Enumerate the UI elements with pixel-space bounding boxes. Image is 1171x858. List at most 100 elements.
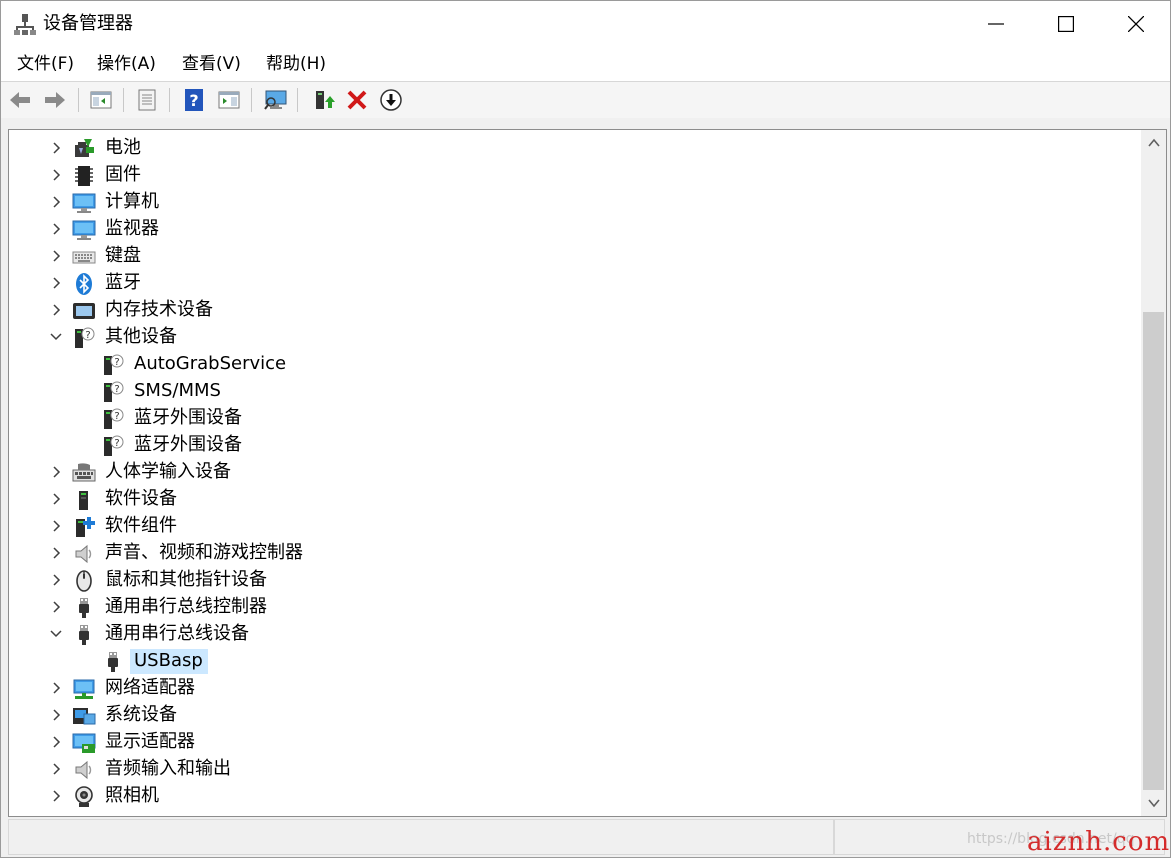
menu-help[interactable]: 帮助(H) bbox=[266, 52, 326, 76]
mouse-icon bbox=[76, 570, 92, 592]
tree-category-item[interactable]: 网络适配器 bbox=[9, 675, 1129, 702]
chevron-right-icon[interactable] bbox=[49, 492, 63, 506]
scan-hardware-button[interactable] bbox=[261, 86, 289, 114]
chevron-right-icon[interactable] bbox=[49, 762, 63, 776]
status-cell bbox=[8, 819, 834, 855]
back-button[interactable] bbox=[6, 86, 34, 114]
tree-category-item[interactable]: ? 其他设备 bbox=[9, 324, 1129, 351]
chevron-right-icon[interactable] bbox=[49, 681, 63, 695]
vertical-scrollbar[interactable] bbox=[1141, 130, 1166, 816]
tree-device-item[interactable]: ? 蓝牙外围设备 bbox=[9, 405, 1129, 432]
chevron-right-icon[interactable] bbox=[49, 141, 63, 155]
watermark-brand: aiznh.com bbox=[1027, 827, 1171, 857]
disable-device-button[interactable] bbox=[377, 86, 405, 114]
tree-category-item[interactable]: 系统设备 bbox=[9, 702, 1129, 729]
monitor-icon bbox=[72, 220, 96, 240]
forward-button[interactable] bbox=[41, 86, 69, 114]
chevron-right-icon[interactable] bbox=[49, 546, 63, 560]
svg-text:?: ? bbox=[114, 438, 119, 449]
tree-item-label: 通用串行总线设备 bbox=[105, 623, 249, 644]
software-component-icon bbox=[76, 517, 95, 537]
menu-view[interactable]: 查看(V) bbox=[182, 52, 241, 76]
tree-device-item[interactable]: USBasp bbox=[9, 648, 1129, 675]
tree-category-item[interactable]: 音频输入和输出 bbox=[9, 756, 1129, 783]
memory-device-icon bbox=[73, 303, 95, 319]
chevron-right-icon[interactable] bbox=[49, 708, 63, 722]
show-hide-console-tree-button[interactable] bbox=[87, 86, 115, 114]
svg-text:?: ? bbox=[85, 330, 90, 341]
tree-category-item[interactable]: 键盘 bbox=[9, 243, 1129, 270]
tree-category-item[interactable]: 通用串行总线控制器 bbox=[9, 594, 1129, 621]
hid-icon bbox=[72, 463, 96, 482]
tree-device-item[interactable]: ? 蓝牙外围设备 bbox=[9, 432, 1129, 459]
chevron-down-icon[interactable] bbox=[49, 627, 63, 641]
toolbar-separator bbox=[78, 88, 79, 112]
scroll-up-button[interactable] bbox=[1141, 132, 1166, 154]
device-tree[interactable]: 电池 固件 计算机 监视器 键盘蓝牙 内存技术设备 ? 其他设备? AutoGrabServic… bbox=[8, 129, 1167, 817]
action-pane-button[interactable] bbox=[215, 86, 243, 114]
properties-button[interactable] bbox=[133, 86, 161, 114]
uninstall-device-button[interactable] bbox=[343, 86, 371, 114]
properties-icon bbox=[138, 89, 156, 111]
close-button[interactable] bbox=[1101, 1, 1170, 47]
tree-category-item[interactable]: 固件 bbox=[9, 162, 1129, 189]
tree-category-item[interactable]: 软件组件 bbox=[9, 513, 1129, 540]
chevron-right-icon[interactable] bbox=[49, 573, 63, 587]
scroll-thumb[interactable] bbox=[1143, 312, 1164, 790]
tree-item-label: 内存技术设备 bbox=[105, 299, 213, 320]
tree-category-item[interactable]: 照相机 bbox=[9, 783, 1129, 810]
tree-category-item[interactable]: 电池 bbox=[9, 135, 1129, 162]
update-driver-button[interactable] bbox=[309, 86, 337, 114]
tree-device-item[interactable]: ? SMS/MMS bbox=[9, 378, 1129, 405]
chevron-right-icon[interactable] bbox=[49, 465, 63, 479]
chevron-right-icon[interactable] bbox=[49, 195, 63, 209]
window-title: 设备管理器 bbox=[43, 13, 133, 34]
chevron-right-icon[interactable] bbox=[49, 222, 63, 236]
usb-icon bbox=[79, 598, 89, 618]
help-button[interactable]: ? bbox=[180, 86, 208, 114]
unknown-device-icon: ? bbox=[104, 435, 124, 456]
display-adapter-icon bbox=[72, 733, 96, 753]
tree-category-item[interactable]: 蓝牙 bbox=[9, 270, 1129, 297]
scroll-down-button[interactable] bbox=[1141, 792, 1166, 814]
minimize-button[interactable] bbox=[961, 1, 1031, 47]
device-manager-icon bbox=[14, 14, 36, 35]
maximize-button[interactable] bbox=[1031, 1, 1101, 47]
tree-device-item[interactable]: ? AutoGrabService bbox=[9, 351, 1129, 378]
chevron-right-icon[interactable] bbox=[49, 303, 63, 317]
tree-category-item[interactable]: 通用串行总线设备 bbox=[9, 621, 1129, 648]
tree-category-item[interactable]: 人体学输入设备 bbox=[9, 459, 1129, 486]
menu-action[interactable]: 操作(A) bbox=[97, 52, 156, 76]
bluetooth-icon bbox=[76, 273, 92, 295]
toolbar-separator bbox=[251, 88, 252, 112]
tree-category-item[interactable]: 声音、视频和游戏控制器 bbox=[9, 540, 1129, 567]
show-hide-console-tree-icon bbox=[90, 91, 112, 109]
chevron-right-icon[interactable] bbox=[49, 249, 63, 263]
tree-item-label: USBasp bbox=[130, 649, 208, 674]
tree-item-label: AutoGrabService bbox=[134, 353, 287, 374]
chevron-right-icon[interactable] bbox=[49, 168, 63, 182]
tree-item-label: 键盘 bbox=[105, 245, 141, 266]
svg-text:?: ? bbox=[189, 91, 198, 110]
network-adapter-icon bbox=[73, 679, 95, 699]
tree-category-item[interactable]: 鼠标和其他指针设备 bbox=[9, 567, 1129, 594]
chevron-right-icon[interactable] bbox=[49, 735, 63, 749]
svg-text:?: ? bbox=[114, 357, 119, 368]
audio-io-icon bbox=[75, 760, 92, 780]
chevron-right-icon[interactable] bbox=[49, 600, 63, 614]
tree-category-item[interactable]: 计算机 bbox=[9, 189, 1129, 216]
tree-item-label: 声音、视频和游戏控制器 bbox=[105, 542, 303, 563]
menu-file[interactable]: 文件(F) bbox=[17, 52, 74, 76]
chevron-right-icon[interactable] bbox=[49, 276, 63, 290]
maximize-icon bbox=[1058, 16, 1074, 32]
tree-category-item[interactable]: 监视器 bbox=[9, 216, 1129, 243]
chevron-down-icon[interactable] bbox=[49, 330, 63, 344]
toolbar-separator bbox=[169, 88, 170, 112]
tree-category-item[interactable]: 显示适配器 bbox=[9, 729, 1129, 756]
chevron-right-icon[interactable] bbox=[49, 519, 63, 533]
tree-category-item[interactable]: 软件设备 bbox=[9, 486, 1129, 513]
action-pane-icon bbox=[218, 91, 240, 109]
chevron-right-icon[interactable] bbox=[49, 789, 63, 803]
tree-category-item[interactable]: 内存技术设备 bbox=[9, 297, 1129, 324]
tree-item-label: 照相机 bbox=[105, 785, 159, 806]
